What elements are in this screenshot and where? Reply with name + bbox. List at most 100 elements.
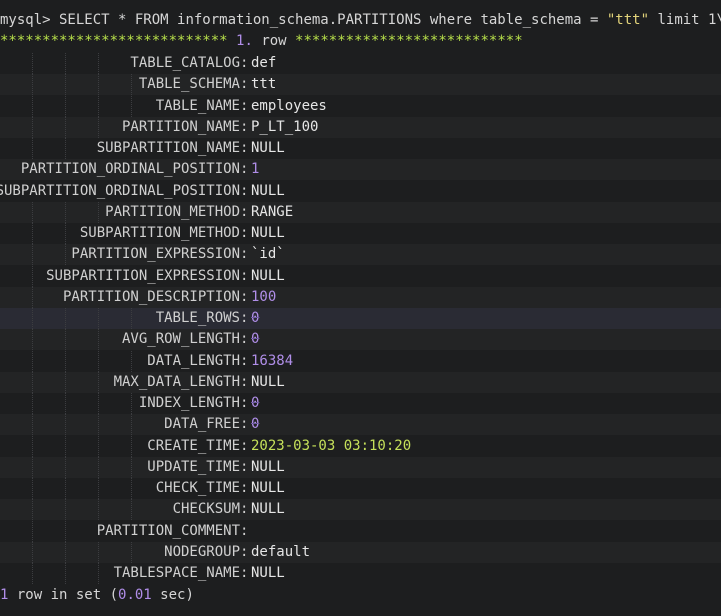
field-row: TABLE_CATALOG: def	[0, 53, 721, 74]
field-value: 1	[251, 161, 260, 178]
field-key: NODEGROUP	[164, 543, 240, 560]
indent-guide	[32, 53, 33, 74]
field-key: PARTITION_NAME	[121, 118, 240, 135]
field-value: employees	[251, 97, 327, 114]
row-word: row	[261, 33, 287, 49]
field-colon: :	[240, 140, 249, 156]
field-key: TABLE_SCHEMA	[138, 76, 240, 93]
row-number: 1.	[236, 33, 253, 49]
field-value: 0	[251, 416, 260, 433]
field-colon: :	[240, 97, 249, 114]
indent-guide	[32, 329, 33, 351]
indent-guide	[98, 499, 99, 521]
indent-guide	[65, 138, 66, 159]
field-colon: :	[240, 458, 249, 475]
indent-guide	[131, 478, 132, 499]
indent-guide	[65, 371, 66, 393]
indent-guide	[65, 456, 66, 478]
field-row: SUBPARTITION_NAME: NULL	[0, 138, 721, 159]
indent-guide	[65, 435, 66, 457]
field-value: ttt	[251, 76, 277, 93]
indent-guide	[65, 74, 66, 96]
indent-guide	[32, 393, 33, 414]
field-row: PARTITION_DESCRIPTION:100	[0, 286, 721, 308]
field-colon: :	[240, 416, 249, 433]
indent-guide	[131, 74, 132, 96]
field-value: 16384	[251, 352, 294, 369]
indent-guide	[32, 520, 33, 542]
field-value: NULL	[251, 373, 285, 390]
indent-guide	[32, 563, 33, 584]
footer-end: sec)	[151, 587, 194, 603]
field-key: SUBPARTITION_NAME	[96, 140, 240, 156]
sql-command: SELECT * FROM information_schema.PARTITI…	[50, 12, 607, 28]
field-key: CHECK_TIME	[155, 480, 240, 496]
indent-guide	[32, 286, 33, 308]
field-key: SUBPARTITION_ORDINAL_POSITION	[0, 182, 240, 199]
indent-guide	[98, 393, 99, 414]
indent-guide	[65, 244, 66, 266]
field-value: 0	[251, 395, 260, 411]
indent-guide	[98, 74, 99, 96]
field-value: RANGE	[251, 203, 294, 220]
field-value: NULL	[251, 565, 285, 581]
field-key: CHECKSUM	[172, 501, 240, 518]
field-colon: :	[240, 310, 249, 326]
field-key: AVG_ROW_LENGTH	[121, 331, 240, 348]
field-row: PARTITION_METHOD: RANGE	[0, 201, 721, 223]
field-key: CREATE_TIME	[147, 437, 240, 454]
indent-guide	[32, 74, 33, 96]
field-value: NULL	[251, 458, 285, 475]
field-key: DATA_LENGTH	[147, 352, 240, 369]
field-key: PARTITION_COMMENT	[96, 522, 240, 539]
indent-guide	[98, 541, 99, 563]
indent-guide	[32, 265, 33, 287]
indent-guide	[32, 244, 33, 266]
field-key: PARTITION_EXPRESSION	[71, 246, 240, 263]
field-key: TABLE_ROWS	[155, 310, 240, 326]
field-value: 2023-03-03 03:10:20	[251, 437, 412, 454]
indent-guide	[32, 499, 33, 521]
field-row: TABLESPACE_NAME: NULL	[0, 563, 721, 584]
field-colon: :	[240, 246, 249, 263]
indent-guide	[131, 456, 132, 478]
indent-guide	[98, 329, 99, 351]
indent-guide	[32, 541, 33, 563]
field-colon: :	[240, 182, 249, 199]
field-colon: :	[240, 331, 249, 348]
indent-guide	[131, 541, 132, 563]
field-row: NODEGROUP: default	[0, 541, 721, 563]
separator-stars-left: ***************************	[0, 33, 228, 49]
indent-guide	[131, 308, 132, 329]
indent-guide	[65, 414, 66, 436]
field-value: `id`	[251, 246, 285, 263]
indent-guide	[32, 116, 33, 138]
field-colon: :	[240, 501, 249, 518]
footer-text: row in set (	[8, 587, 119, 603]
indent-guide	[65, 201, 66, 223]
field-row: CHECK_TIME: NULL	[0, 478, 721, 499]
field-key: UPDATE_TIME	[147, 458, 240, 475]
field-value: 0	[251, 310, 260, 326]
field-key: PARTITION_METHOD	[105, 203, 240, 220]
terminal-window[interactable]: mysql> SELECT * FROM information_schema.…	[0, 0, 721, 616]
field-colon: :	[240, 565, 249, 581]
indent-guide	[98, 435, 99, 457]
result-footer: 1 row in set (0.01 sec)	[0, 585, 721, 606]
field-key: TABLESPACE_NAME	[113, 565, 240, 581]
indent-guide	[32, 308, 33, 329]
field-row: PARTITION_COMMENT:	[0, 520, 721, 542]
indent-guide	[65, 541, 66, 563]
indent-guide	[131, 95, 132, 117]
field-colon: :	[240, 267, 249, 284]
indent-guide	[131, 499, 132, 521]
indent-guide	[98, 308, 99, 329]
indent-guide	[131, 435, 132, 457]
indent-guide	[65, 563, 66, 584]
field-row: PARTITION_NAME: P_LT_100	[0, 116, 721, 138]
indent-guide	[32, 95, 33, 117]
indent-guide	[65, 116, 66, 138]
indent-guide	[98, 456, 99, 478]
field-colon: :	[240, 395, 249, 411]
indent-guide	[32, 435, 33, 457]
